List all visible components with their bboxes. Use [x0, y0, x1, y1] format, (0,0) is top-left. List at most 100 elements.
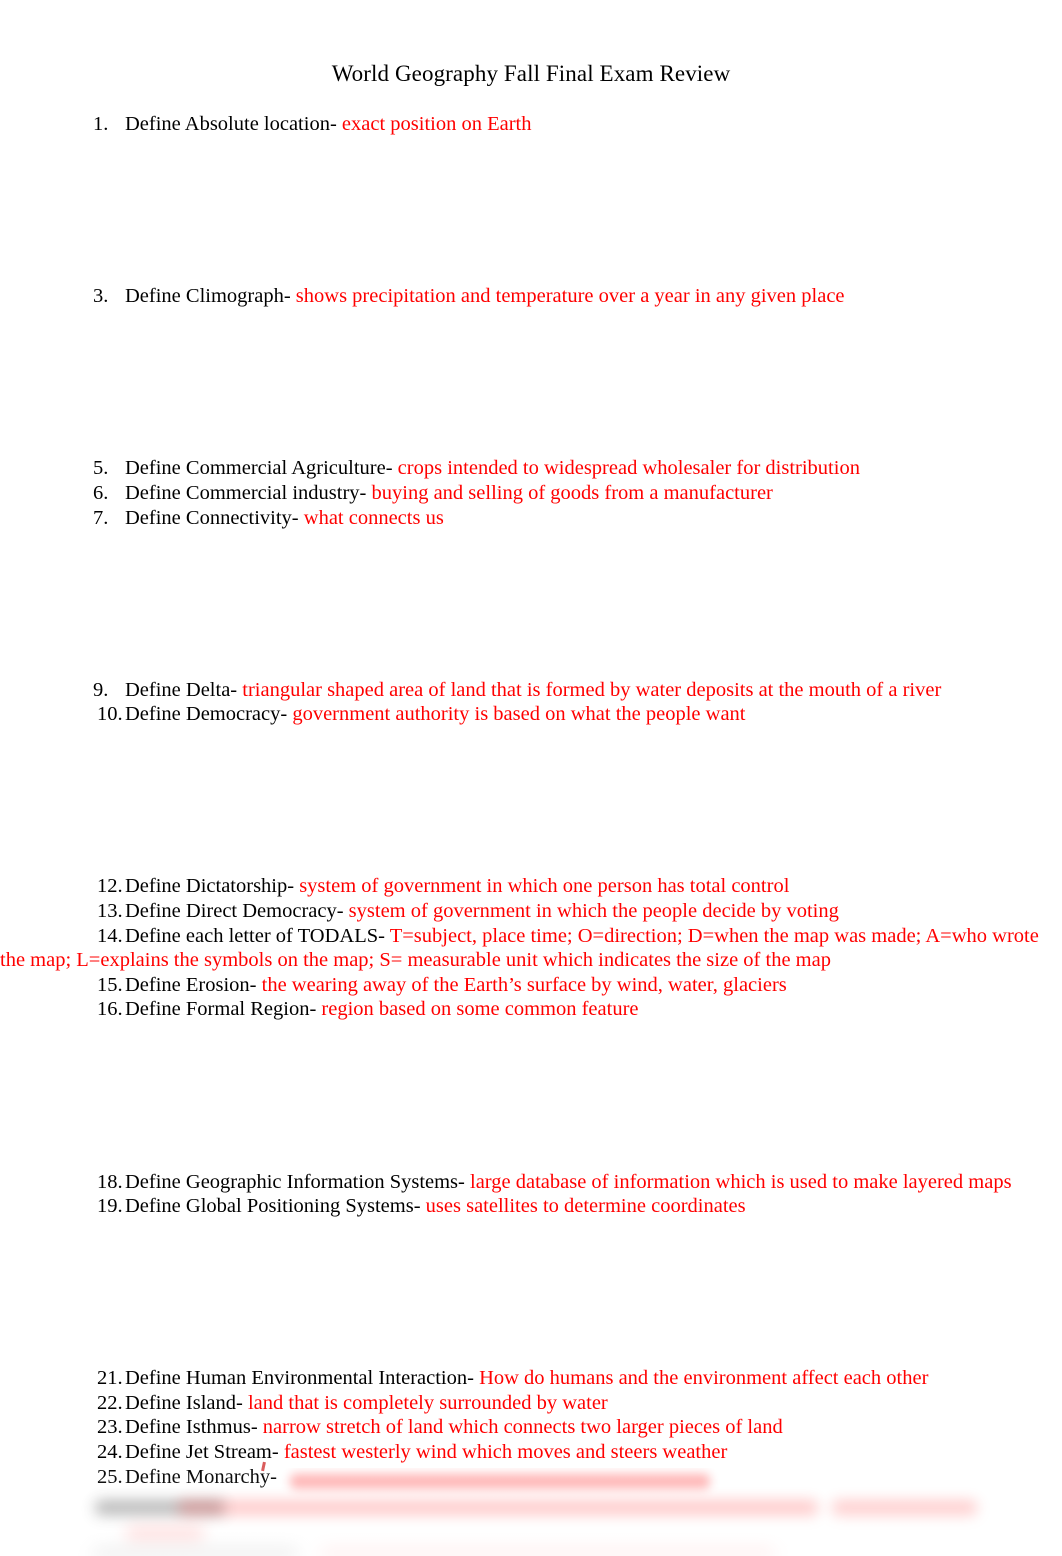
- list-item-number: 10.: [97, 703, 123, 726]
- list-item: 10. Define Democracy- government authori…: [0, 702, 1062, 727]
- list-item: 24. Define Jet Stream- fastest westerly …: [0, 1440, 1062, 1465]
- document-page: World Geography Fall Final Exam Review 1…: [0, 0, 1062, 1556]
- list-item: 18. Define Geographic Information System…: [0, 1170, 1062, 1195]
- blank-space: [0, 555, 1062, 580]
- blank-space: [0, 579, 1062, 604]
- question-answer: system of government in which one person…: [299, 875, 790, 898]
- question-prompt: Define Geographic Information Systems-: [125, 1170, 470, 1193]
- blank-space: [0, 161, 1062, 186]
- question-prompt: Define Dictatorship-: [125, 875, 300, 898]
- list-item: 23. Define Isthmus- narrow stretch of la…: [0, 1415, 1062, 1440]
- question-answer: large database of information which is u…: [470, 1170, 1012, 1193]
- review-question-list: 1. Define Absolute location- exact posit…: [0, 112, 1062, 1489]
- list-item: 7. Define Connectivity- what connects us: [0, 506, 1062, 531]
- list-item: 19. Define Global Positioning Systems- u…: [0, 1194, 1062, 1219]
- blurred-text-line: [126, 1528, 204, 1543]
- list-item-number: 23.: [97, 1416, 123, 1439]
- question-answer: fastest westerly wind which moves and st…: [283, 1441, 728, 1464]
- blurred-text-line: [832, 1501, 977, 1516]
- blank-space: [0, 1047, 1062, 1072]
- blank-space: [0, 235, 1062, 260]
- list-item: 15. Define Erosion- the wearing away of …: [0, 973, 1062, 998]
- question-answer: buying and selling of goods from a manuf…: [371, 481, 773, 504]
- list-item-body: Define Connectivity- what connects us: [125, 507, 472, 529]
- question-prompt: Define each letter of TODALS-: [125, 924, 390, 947]
- list-item-body: Define Global Positioning Systems- uses …: [125, 1195, 774, 1217]
- list-item-body: Define each letter of TODALS- T=subject,…: [0, 925, 1039, 972]
- question-answer: narrow stretch of land which connects tw…: [262, 1416, 783, 1439]
- blank-space: [0, 1096, 1062, 1121]
- blank-space: [0, 358, 1062, 383]
- list-item-number: 21.: [97, 1367, 123, 1390]
- question-answer: system of government in which the people…: [348, 900, 839, 922]
- list-item: 5. Define Commercial Agriculture- crops …: [0, 456, 1062, 481]
- list-item-body: Define Isthmus- narrow stretch of land w…: [125, 1416, 811, 1438]
- list-item-body: Define Direct Democracy- system of gover…: [125, 900, 867, 922]
- blank-space: [0, 260, 1062, 285]
- list-item-body: Define Erosion- the wearing away of the …: [125, 974, 815, 996]
- list-item: 6. Define Commercial industry- buying an…: [0, 481, 1062, 506]
- list-item: 12. Define Dictatorship- system of gover…: [0, 874, 1062, 899]
- list-item-number: 16.: [97, 998, 123, 1021]
- list-item-number: 25.: [97, 1465, 123, 1488]
- question-answer: uses satellites to determine coordinates: [425, 1195, 746, 1218]
- list-item-number: 7.: [93, 506, 109, 529]
- question-prompt: Define Commercial industry-: [125, 481, 372, 504]
- list-item-number: 14.: [97, 924, 123, 947]
- list-item-number: 6.: [93, 481, 109, 504]
- question-answer: what connects us: [303, 506, 444, 529]
- list-item-number: 3.: [93, 285, 109, 308]
- list-item-body: Define Dictatorship- system of governmen…: [125, 875, 817, 897]
- blank-space: [0, 210, 1062, 235]
- blank-space: [0, 751, 1062, 776]
- list-item-body: Define Commercial industry- buying and s…: [125, 482, 801, 504]
- question-prompt: Define Monarchy-: [125, 1465, 277, 1488]
- question-prompt: Define Erosion-: [125, 973, 262, 996]
- list-item: 9. Define Delta- triangular shaped area …: [0, 678, 1062, 703]
- question-prompt: Define Absolute location-: [125, 113, 342, 135]
- list-item-body: Define Commercial Agriculture- crops int…: [125, 457, 888, 479]
- question-answer: shows precipitation and temperature over…: [295, 285, 845, 308]
- question-prompt: Define Formal Region-: [125, 998, 322, 1021]
- list-item: 25. Define Monarchy-: [0, 1465, 1062, 1490]
- list-item-number: 24.: [97, 1441, 123, 1464]
- blank-space: [0, 407, 1062, 432]
- list-item: 16. Define Formal Region- region based o…: [0, 997, 1062, 1022]
- blurred-text-line: [95, 1501, 225, 1516]
- blurred-text-line: [93, 1551, 298, 1556]
- list-item-number: 12.: [97, 875, 123, 898]
- list-item-body: Define Geographic Information Systems- l…: [125, 1171, 1040, 1193]
- list-item-body: Define Climograph- shows precipitation a…: [125, 285, 873, 307]
- blank-space: [0, 653, 1062, 678]
- blank-space: [0, 432, 1062, 457]
- list-item-number: 19.: [97, 1195, 123, 1218]
- blank-space: [0, 850, 1062, 875]
- list-item-number: 13.: [97, 900, 123, 922]
- blank-space: [0, 383, 1062, 408]
- page-title: World Geography Fall Final Exam Review: [331, 61, 731, 86]
- blank-space: [0, 1243, 1062, 1268]
- blank-space: [0, 776, 1062, 801]
- list-item-number: 9.: [93, 678, 109, 701]
- blank-space: [0, 628, 1062, 653]
- blank-space: [0, 1293, 1062, 1318]
- list-item: 21. Define Human Environmental Interacti…: [0, 1366, 1062, 1391]
- list-item-number: 15.: [97, 973, 123, 996]
- list-item-body: Define Formal Region- region based on so…: [125, 998, 667, 1020]
- list-item-body: Define Monarchy-: [125, 1466, 305, 1488]
- question-prompt: Define Human Environmental Interaction-: [125, 1367, 480, 1390]
- list-item-body: Define Democracy- government authority i…: [125, 703, 774, 725]
- question-prompt: Define Isthmus-: [125, 1416, 263, 1439]
- blank-space: [0, 333, 1062, 358]
- blurred-text-line: [178, 1501, 818, 1516]
- list-item-number: 5.: [93, 457, 109, 480]
- list-item: 3. Define Climograph- shows precipitatio…: [0, 284, 1062, 309]
- question-answer: land that is completely surrounded by wa…: [247, 1391, 608, 1414]
- blank-space: [0, 1317, 1062, 1342]
- blank-space: [0, 1268, 1062, 1293]
- question-answer: How do humans and the environment affect…: [479, 1367, 929, 1390]
- list-item-number: 1.: [93, 113, 109, 135]
- question-prompt: Define Direct Democracy-: [125, 900, 349, 922]
- blank-space: [0, 727, 1062, 752]
- list-item: 14. Define each letter of TODALS- T=subj…: [0, 924, 1062, 973]
